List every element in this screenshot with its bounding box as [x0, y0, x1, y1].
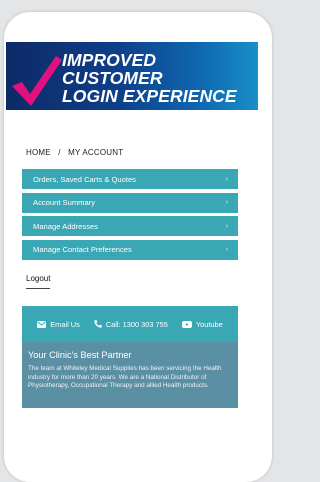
call-link[interactable]: Call: 1300 303 755 [94, 320, 168, 329]
youtube-label: Youtube [195, 319, 223, 329]
banner-headline: IMPROVED CUSTOMER LOGIN EXPERIENCE [62, 51, 258, 105]
chevron-right-icon: › [225, 222, 228, 230]
email-us-label: Email Us [50, 319, 80, 329]
logout-link[interactable]: Logout [26, 274, 50, 283]
about-title: Your Clinic's Best Partner [28, 350, 132, 360]
banner-headline-line2: LOGIN EXPERIENCE [62, 86, 237, 106]
about-text: The team at Whiteley Medical Supplies ha… [28, 365, 222, 390]
envelope-icon [37, 320, 47, 328]
about-section: Your Clinic's Best Partner The team at W… [22, 342, 238, 408]
chevron-right-icon: › [225, 246, 228, 253]
menu-item-label: Account Summary [33, 198, 96, 207]
logout-underline [26, 288, 50, 289]
youtube-icon [181, 320, 192, 328]
email-us-link[interactable]: Email Us [37, 320, 80, 329]
youtube-link[interactable]: Youtube [181, 319, 223, 329]
breadcrumb-current: MY ACCOUNT [68, 148, 124, 157]
banner-headline-line1: IMPROVED CUSTOMER [62, 50, 163, 88]
promo-banner: IMPROVED CUSTOMER LOGIN EXPERIENCE [6, 42, 258, 110]
menu-item-label: Manage Addresses [33, 221, 99, 231]
site-footer: Email Us Call: 1300 303 755 Youtube Your… [22, 306, 238, 408]
breadcrumb: HOME / MY ACCOUNT [26, 148, 123, 157]
menu-item-contact-preferences[interactable]: Manage Contact Preferences › [22, 239, 238, 260]
contact-bar: Email Us Call: 1300 303 755 Youtube [22, 306, 238, 342]
checkmark-icon [12, 56, 62, 106]
menu-item-orders[interactable]: Orders, Saved Carts & Quotes › [22, 169, 238, 189]
chevron-right-icon: › [225, 175, 228, 183]
menu-item-account-summary[interactable]: Account Summary › [22, 192, 238, 213]
call-label: Call: 1300 303 755 [105, 319, 168, 329]
account-menu: Orders, Saved Carts & Quotes › Account S… [22, 169, 238, 263]
chevron-right-icon: › [225, 199, 228, 206]
menu-item-label: Manage Contact Preferences [33, 245, 132, 254]
breadcrumb-home-link[interactable]: HOME [26, 148, 51, 157]
menu-item-manage-addresses[interactable]: Manage Addresses › [22, 216, 238, 236]
phone-frame: IMPROVED CUSTOMER LOGIN EXPERIENCE HOME … [4, 12, 272, 482]
menu-item-label: Orders, Saved Carts & Quotes [33, 174, 136, 184]
breadcrumb-separator: / [58, 148, 61, 157]
phone-icon [94, 320, 102, 328]
